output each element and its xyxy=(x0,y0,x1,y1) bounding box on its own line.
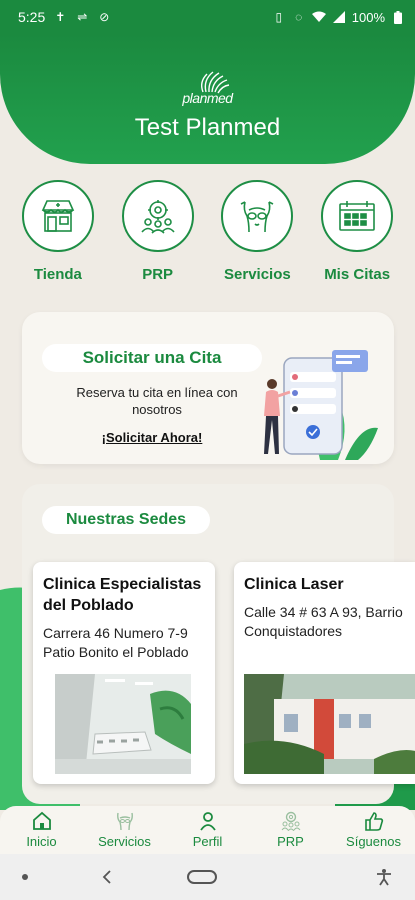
accessibility-icon[interactable] xyxy=(375,868,393,886)
nav-inicio[interactable]: Inicio xyxy=(7,811,77,849)
branch-name: Clinica Laser xyxy=(244,576,344,593)
branch-photo xyxy=(55,674,191,774)
branch-address: Calle 34 # 63 A 93, Barrio Conquistadore… xyxy=(244,604,403,639)
wifi-icon xyxy=(311,10,326,24)
request-appointment-link[interactable]: ¡Solicitar Ahora! xyxy=(62,430,242,445)
branch-card[interactable]: Clinica Laser Calle 34 # 63 A 93, Barrio… xyxy=(234,562,415,784)
user-icon[interactable] xyxy=(197,811,219,831)
branch-name: Clinica Especialistas del Poblado xyxy=(43,576,202,614)
body-icon[interactable] xyxy=(221,180,294,252)
overview-button[interactable] xyxy=(22,874,28,880)
nav-label: Síguenos xyxy=(346,834,401,849)
notification-icon: ✝ xyxy=(55,10,66,24)
quick-nav-tienda[interactable]: Tienda xyxy=(13,180,103,283)
alarm-icon: ◌ xyxy=(295,10,303,24)
phone-booking-illustration xyxy=(264,350,378,460)
system-nav-bar xyxy=(0,854,415,900)
prp-icon[interactable] xyxy=(121,180,194,252)
branch-photo xyxy=(244,674,415,774)
battery-percent: 100% xyxy=(351,9,385,25)
appointment-card[interactable]: Solicitar una Cita Reserva tu cita en lí… xyxy=(22,312,394,464)
appointment-title: Solicitar una Cita xyxy=(42,344,262,372)
thumbs-up-icon[interactable] xyxy=(363,811,385,831)
bottom-nav: Inicio Servicios Perfil PRP Síguenos xyxy=(0,806,415,854)
logo-text: planmed xyxy=(182,90,233,106)
prp-icon[interactable] xyxy=(280,811,302,831)
nav-siguenos[interactable]: Síguenos xyxy=(339,811,409,849)
back-icon[interactable] xyxy=(100,869,114,885)
branch-address: Carrera 46 Numero 7-9 Patio Bonito el Po… xyxy=(43,625,189,660)
planmed-logo: planmed xyxy=(173,62,243,112)
quick-nav-label: Mis Citas xyxy=(324,266,391,283)
nav-servicios[interactable]: Servicios xyxy=(90,811,160,849)
block-icon: ⊘ xyxy=(99,10,110,24)
branches-title: Nuestras Sedes xyxy=(42,506,210,534)
usb-icon: ⇌ xyxy=(77,10,88,24)
services-icon[interactable] xyxy=(114,811,136,831)
quick-nav-label: Tienda xyxy=(33,266,82,283)
quick-nav-mis-citas[interactable]: Mis Citas xyxy=(312,180,402,283)
nav-label: Servicios xyxy=(98,834,151,849)
appointment-description: Reserva tu cita en línea con nosotros xyxy=(76,385,238,417)
nav-prp[interactable]: PRP xyxy=(256,811,326,849)
status-bar: 5:25 ✝ ⇌ ⊘ ▯ ◌ 100% xyxy=(0,0,415,34)
status-time: 5:25 xyxy=(18,9,46,25)
quick-nav-servicios[interactable]: Servicios xyxy=(212,180,302,283)
nav-label: PRP xyxy=(277,834,304,849)
battery-icon xyxy=(391,10,405,24)
quick-nav-prp[interactable]: PRP xyxy=(113,180,203,283)
home-icon[interactable] xyxy=(31,811,53,831)
nav-label: Inicio xyxy=(26,834,57,849)
nav-perfil[interactable]: Perfil xyxy=(173,811,243,849)
store-icon[interactable] xyxy=(21,180,94,252)
vibrate-icon: ▯ xyxy=(275,10,283,24)
nav-label: Perfil xyxy=(192,834,223,849)
signal-icon xyxy=(332,10,346,24)
branch-card[interactable]: Clinica Especialistas del Poblado Carrer… xyxy=(33,562,215,784)
page-title: Test Planmed xyxy=(134,114,281,141)
calendar-icon[interactable] xyxy=(321,180,394,252)
quick-nav-label: Servicios xyxy=(224,266,291,283)
app-header: planmed Test Planmed xyxy=(0,34,415,164)
quick-nav-label: PRP xyxy=(142,266,174,283)
quick-nav: Tienda PRP Servicios Mis Citas xyxy=(0,180,415,283)
home-button[interactable] xyxy=(186,870,217,884)
